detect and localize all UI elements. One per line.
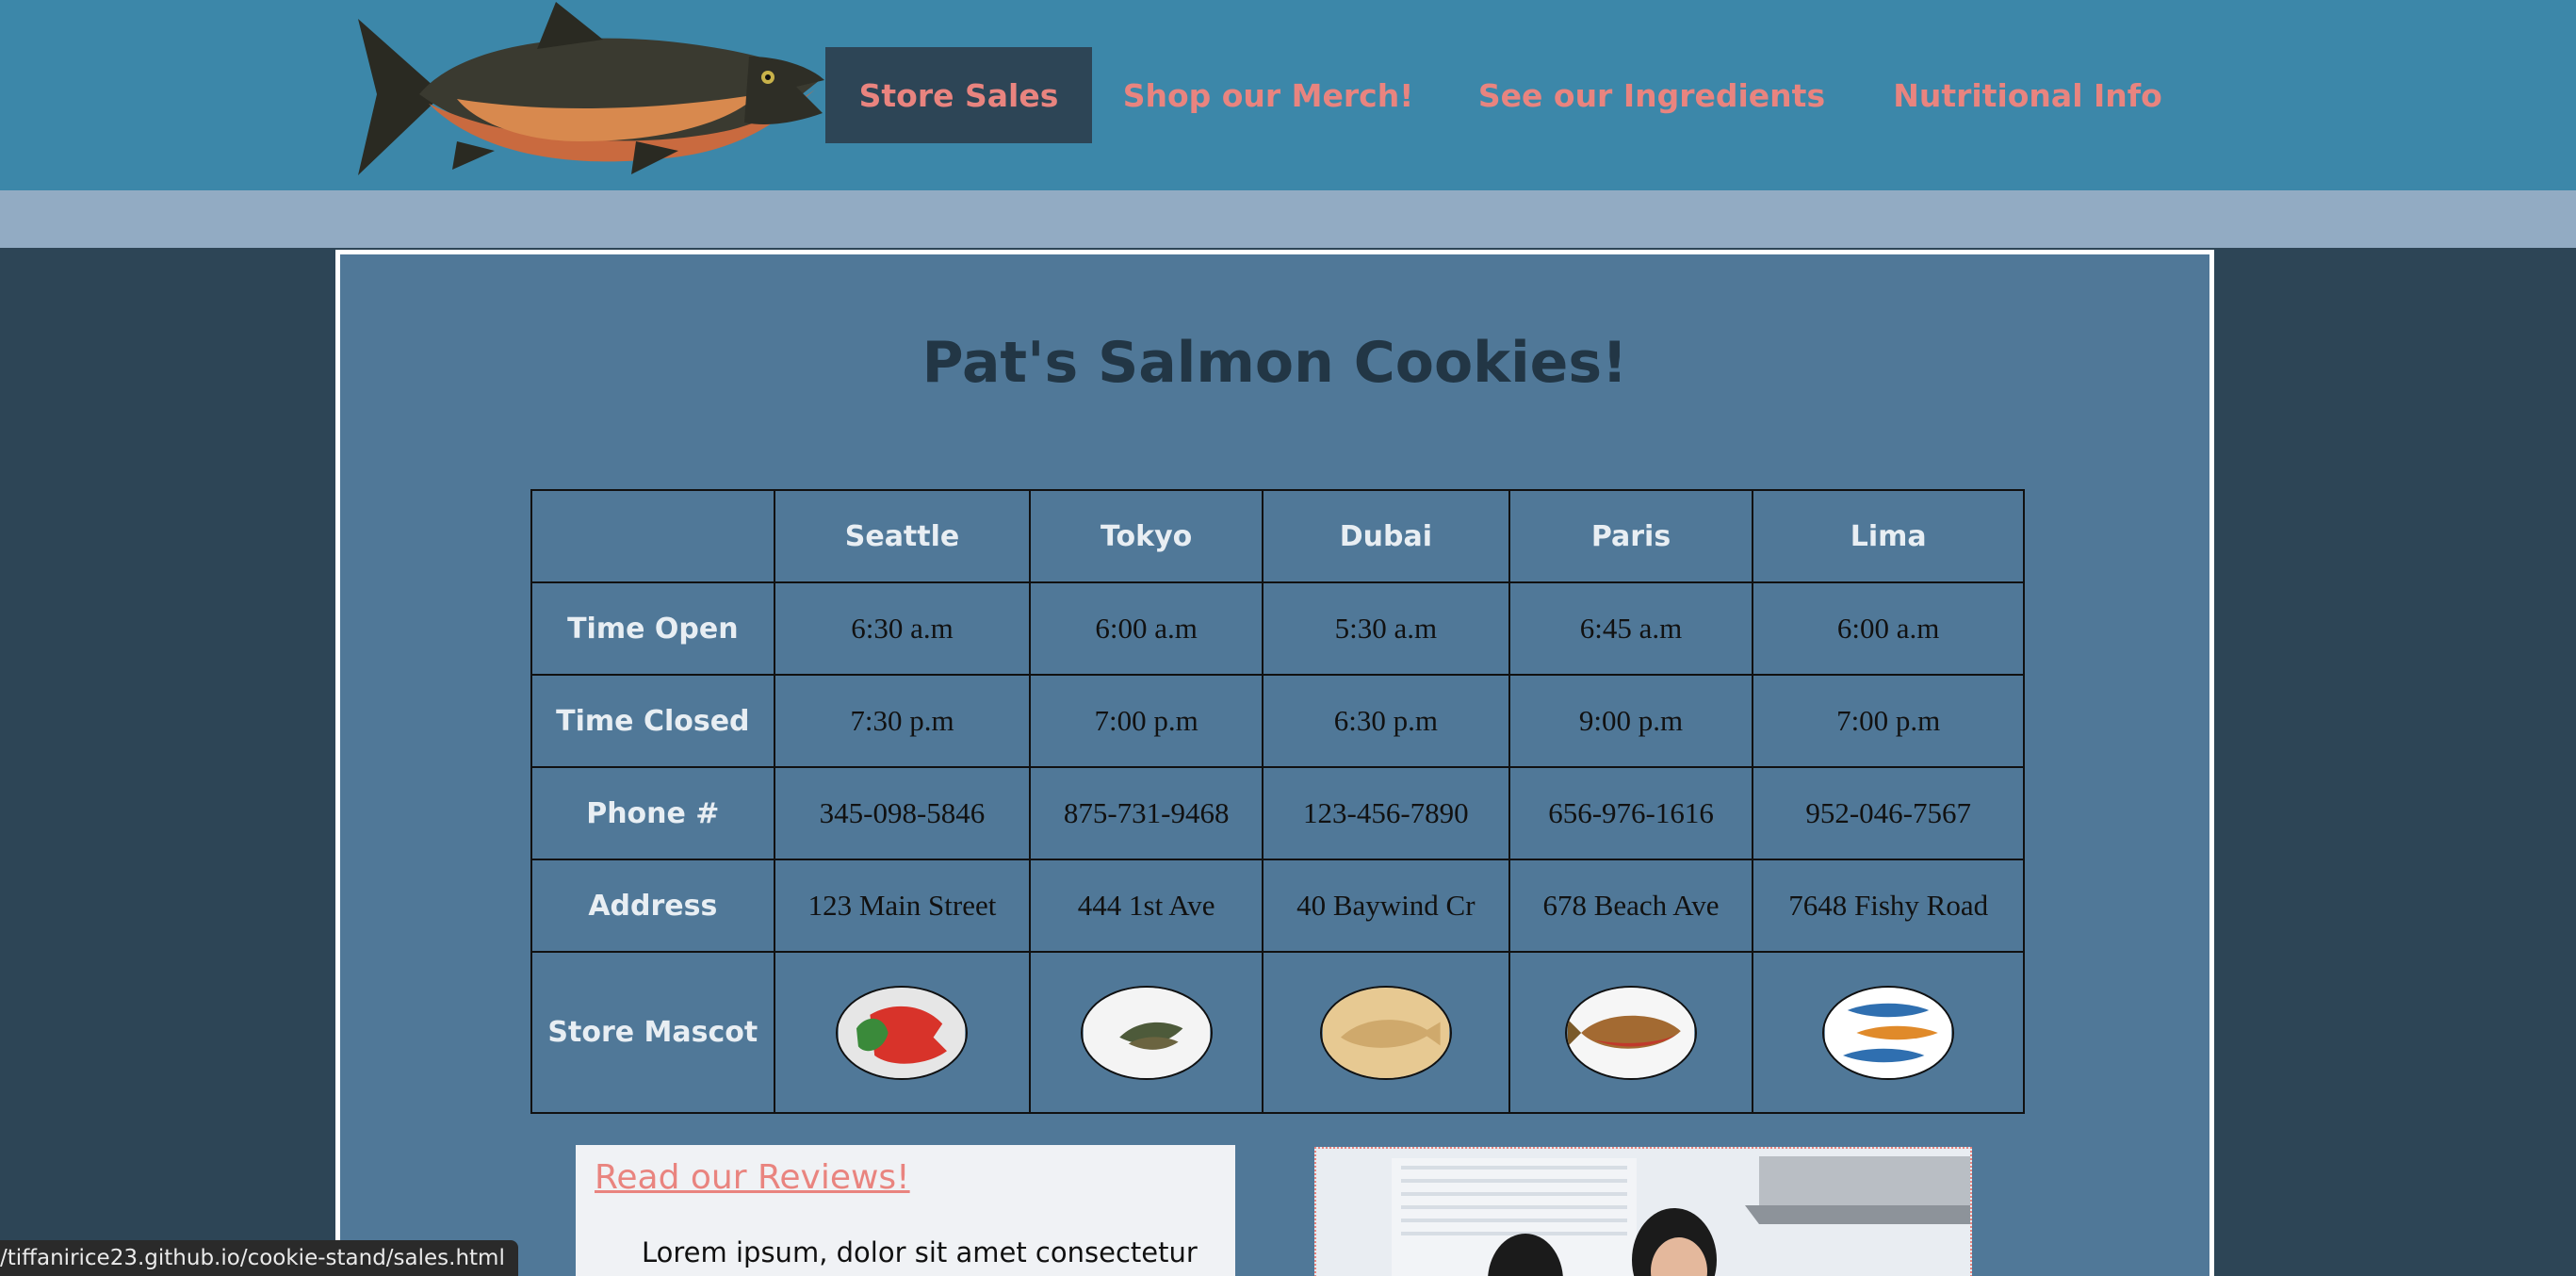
nav-store-sales[interactable]: Store Sales	[825, 47, 1092, 143]
table-cell: 123 Main Street	[773, 859, 1032, 953]
table-cell: 345-098-5846	[773, 766, 1032, 860]
table-cell	[773, 951, 1032, 1114]
table-header-cell: Dubai	[1262, 489, 1510, 583]
table-cell	[1029, 951, 1264, 1114]
fish-cookie-icon	[1319, 985, 1452, 1080]
row-label: Time Open	[530, 581, 775, 676]
salmon-logo-icon[interactable]	[353, 0, 824, 185]
table-cell: 952-046-7567	[1752, 766, 2025, 860]
main-panel: Pat's Salmon Cookies! Seattle Tokyo Duba…	[335, 250, 2214, 1276]
table-row: Time Open 6:30 a.m 6:00 a.m 5:30 a.m 6:4…	[530, 581, 2025, 676]
table-cell: 875-731-9468	[1029, 766, 1264, 860]
kitchen-photo	[1314, 1147, 1972, 1276]
table-cell: 7:00 p.m	[1029, 674, 1264, 768]
table-header-row: Seattle Tokyo Dubai Paris Lima	[530, 489, 2025, 583]
table-cell: 9:00 p.m	[1508, 674, 1754, 768]
nav-nutritional-info[interactable]: Nutritional Info	[1886, 47, 2169, 143]
row-label: Time Closed	[530, 674, 775, 768]
crab-cookie-icon	[836, 985, 969, 1080]
sales-table: Seattle Tokyo Dubai Paris Lima Time Open…	[530, 489, 2025, 1114]
table-header-cell: Tokyo	[1029, 489, 1264, 583]
page-title: Pat's Salmon Cookies!	[921, 330, 1628, 396]
header-subbar	[0, 190, 2576, 248]
status-bar-url: /tiffanirice23.github.io/cookie-stand/sa…	[0, 1240, 518, 1276]
table-cell: 7:30 p.m	[773, 674, 1032, 768]
table-row: Phone # 345-098-5846 875-731-9468 123-45…	[530, 766, 2025, 860]
table-row: Address 123 Main Street 444 1st Ave 40 B…	[530, 859, 2025, 953]
fish-trio-icon	[1822, 985, 1955, 1080]
table-cell	[1262, 951, 1510, 1114]
table-cell: 6:45 a.m	[1508, 581, 1754, 676]
fish-shirt-icon	[1080, 985, 1213, 1080]
table-cell: 6:00 a.m	[1752, 581, 2025, 676]
table-cell: 123-456-7890	[1262, 766, 1510, 860]
table-cell: 6:30 p.m	[1262, 674, 1510, 768]
reviews-text: Lorem ipsum, dolor sit amet consectetur	[642, 1236, 1198, 1268]
row-label: Phone #	[530, 766, 775, 860]
reviews-box: Read our Reviews! Lorem ipsum, dolor sit…	[576, 1145, 1235, 1276]
table-header-cell: Paris	[1508, 489, 1754, 583]
row-label: Store Mascot	[530, 951, 775, 1114]
table-cell: 444 1st Ave	[1029, 859, 1264, 953]
table-cell: 40 Baywind Cr	[1262, 859, 1510, 953]
nav-shop-merch[interactable]: Shop our Merch!	[1117, 47, 1419, 143]
table-cell: 656-976-1616	[1508, 766, 1754, 860]
table-row-mascot: Store Mascot	[530, 951, 2025, 1114]
table-header-cell: Lima	[1752, 489, 2025, 583]
table-cell: 6:00 a.m	[1029, 581, 1264, 676]
nav-see-ingredients[interactable]: See our Ingredients	[1468, 47, 1835, 143]
table-cell	[1508, 951, 1754, 1114]
table-header-cell	[530, 489, 775, 583]
row-label: Address	[530, 859, 775, 953]
table-cell	[1752, 951, 2025, 1114]
table-cell: 678 Beach Ave	[1508, 859, 1754, 953]
read-reviews-link[interactable]: Read our Reviews!	[595, 1158, 910, 1197]
table-row: Time Closed 7:30 p.m 7:00 p.m 6:30 p.m 9…	[530, 674, 2025, 768]
salmon-icon	[1565, 985, 1698, 1080]
table-cell: 7648 Fishy Road	[1752, 859, 2025, 953]
table-cell: 5:30 a.m	[1262, 581, 1510, 676]
table-cell: 7:00 p.m	[1752, 674, 2025, 768]
table-header-cell: Seattle	[773, 489, 1032, 583]
table-cell: 6:30 a.m	[773, 581, 1032, 676]
